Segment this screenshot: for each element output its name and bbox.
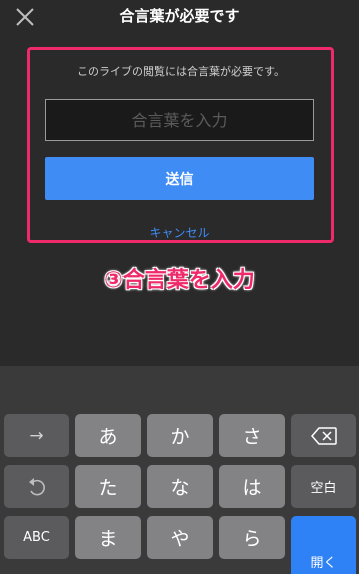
dialog-description: このライブの閲覧には合言葉が必要です。 <box>77 65 285 78</box>
abc-key-label: ABC <box>23 530 50 545</box>
undo-icon <box>27 476 47 498</box>
open-key-label: 開く <box>310 556 337 571</box>
key-ka[interactable]: か <box>147 414 213 457</box>
backspace-icon <box>310 426 337 445</box>
cancel-button[interactable]: キャンセル <box>0 224 359 241</box>
backspace-key[interactable] <box>291 414 356 457</box>
submit-button[interactable]: 送信 <box>45 157 314 200</box>
key-ha[interactable]: は <box>219 465 285 508</box>
arrow-key-label: → <box>29 425 44 446</box>
key-a[interactable]: あ <box>75 414 141 457</box>
undo-key[interactable] <box>4 465 69 508</box>
key-na[interactable]: な <box>147 465 213 508</box>
open-key[interactable]: 開く <box>291 516 356 574</box>
password-input[interactable] <box>45 99 314 141</box>
key-ta[interactable]: た <box>75 465 141 508</box>
key-ma[interactable]: ま <box>75 516 141 559</box>
page-title: 合言葉が必要です <box>119 7 240 25</box>
space-key[interactable]: 空白 <box>291 465 356 508</box>
key-sa[interactable]: さ <box>219 414 285 457</box>
header: 合言葉が必要です <box>0 0 359 32</box>
annotation-label: ③合言葉を入力 <box>104 268 255 293</box>
key-ra[interactable]: ら <box>219 516 285 559</box>
keyboard: → あ か さ た な は 空白 ABC ま や ら 開く <box>0 366 359 574</box>
arrow-key[interactable]: → <box>4 414 69 457</box>
key-ya[interactable]: や <box>147 516 213 559</box>
abc-key[interactable]: ABC <box>4 516 69 559</box>
space-key-label: 空白 <box>310 481 337 496</box>
